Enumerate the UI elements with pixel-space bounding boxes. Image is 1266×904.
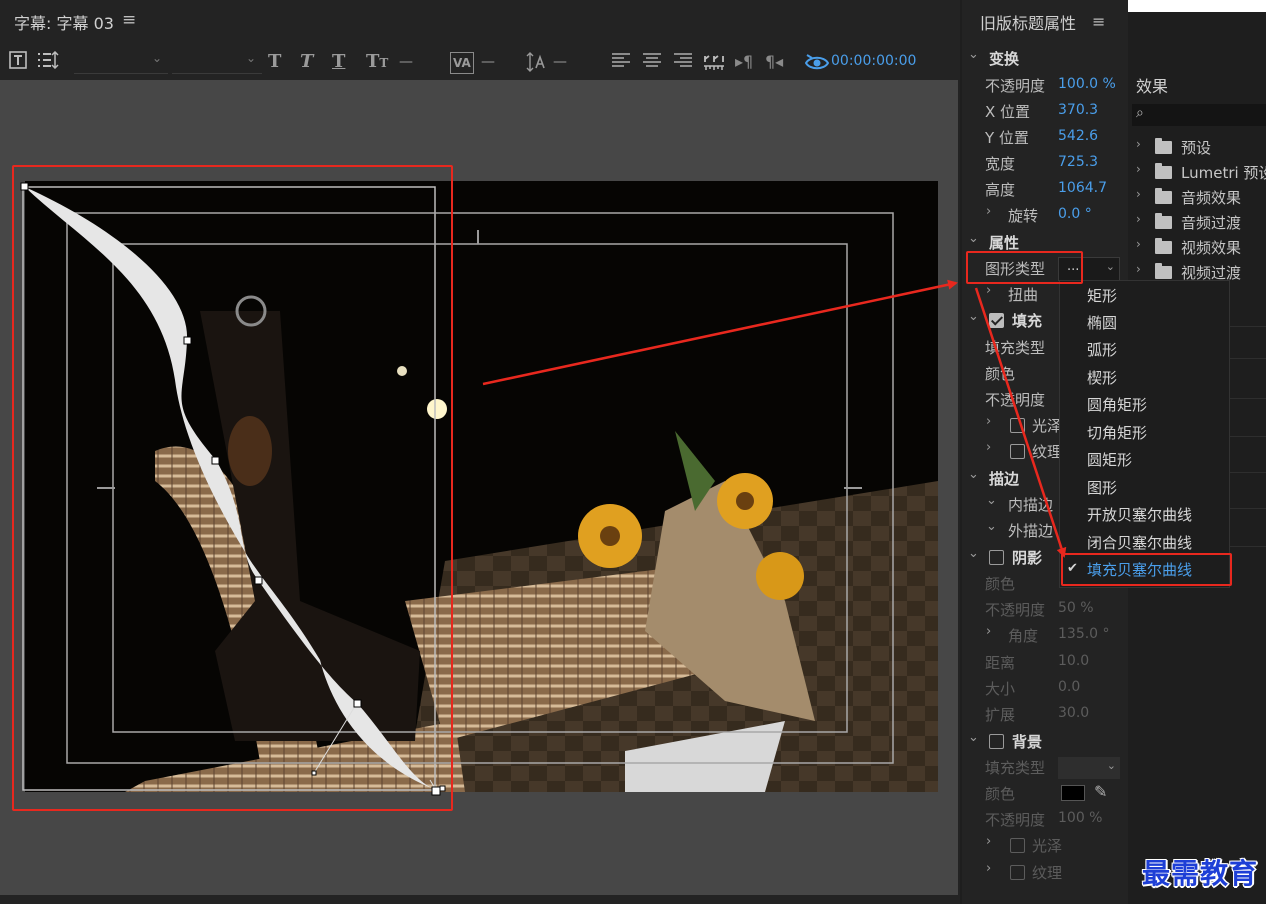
- opacity-row: 不透明度 100.0 %: [985, 76, 1116, 95]
- shape-option-ellipse[interactable]: 椭圆: [1060, 309, 1231, 336]
- chevron-right-icon: ›: [1136, 187, 1141, 201]
- chevron-right-icon: ›: [1136, 162, 1141, 176]
- effects-item-lumetri-presets[interactable]: › Lumetri 预设: [1128, 160, 1266, 185]
- background-sheen-row[interactable]: › 光泽: [962, 832, 1128, 858]
- chevron-right-icon: ›: [986, 834, 992, 849]
- background-opacity-row: 不透明度 100 %: [985, 810, 1103, 829]
- annotation-box-shape-type: [966, 251, 1083, 284]
- shadow-opacity-row: 不透明度 50 %: [985, 600, 1094, 619]
- shadow-size-row: 大小 0.0: [985, 679, 1081, 698]
- chevron-right-icon: ›: [1136, 137, 1141, 151]
- sheen-checkbox[interactable]: [1010, 418, 1025, 433]
- effects-panel-title[interactable]: 效果: [1136, 73, 1168, 97]
- background-color-row: 颜色 ✎: [985, 782, 1108, 803]
- star-folder-icon: [1155, 138, 1172, 154]
- x-position-value[interactable]: 370.3: [1058, 102, 1098, 118]
- star-folder-icon: [1155, 163, 1172, 179]
- chevron-down-icon: ⌄: [968, 309, 979, 324]
- chevron-down-icon: ⌄: [968, 467, 979, 482]
- chevron-right-icon: ›: [1136, 262, 1141, 276]
- watermark-logo: 最需教育: [1142, 857, 1259, 890]
- transform-section-header[interactable]: ⌄ 变换: [962, 45, 1128, 71]
- shape-option-arc[interactable]: 弧形: [1060, 336, 1231, 363]
- shape-option-closed-bezier[interactable]: 闭合贝塞尔曲线: [1060, 529, 1231, 556]
- shape-option-graphic[interactable]: 图形: [1060, 474, 1231, 501]
- chevron-down-icon: ⌄: [968, 47, 979, 62]
- background-color-swatch[interactable]: [1061, 785, 1085, 801]
- chevron-down-icon: ⌄: [1106, 759, 1116, 772]
- shadow-distance-row: 距离 10.0: [985, 653, 1090, 672]
- background-fill-type-dropdown[interactable]: ⌄: [1058, 757, 1120, 779]
- chevron-right-icon: ›: [1136, 237, 1141, 251]
- chevron-down-icon: ⌄: [1105, 260, 1115, 273]
- shape-type-menu: 矩形 椭圆 弧形 楔形 圆角矩形 切角矩形 圆矩形 图形 开放贝塞尔曲线 闭合贝…: [1059, 280, 1230, 588]
- fill-checkbox[interactable]: [989, 313, 1004, 328]
- shape-option-rounded-rect[interactable]: 圆矩形: [1060, 446, 1231, 473]
- chevron-right-icon[interactable]: ›: [986, 204, 991, 219]
- chevron-down-icon: ⌄: [968, 231, 979, 246]
- folder-icon: [1155, 238, 1172, 254]
- background-section-header[interactable]: ⌄ 背景: [962, 728, 1128, 754]
- effects-search-input[interactable]: ⌕: [1132, 104, 1266, 126]
- annotation-box-filled-bezier: [1061, 553, 1232, 586]
- effects-item-video-effects[interactable]: › 视频效果: [1128, 235, 1266, 260]
- shadow-checkbox[interactable]: [989, 550, 1004, 565]
- chevron-right-icon: ›: [986, 440, 992, 455]
- effects-panel-top-strip: [1128, 0, 1266, 12]
- chevron-down-icon: ⌄: [986, 493, 997, 508]
- hamburger-icon[interactable]: ≡: [1092, 12, 1105, 31]
- height-row: 高度 1064.7: [985, 180, 1107, 199]
- folder-icon: [1155, 263, 1172, 279]
- rotation-value[interactable]: 0.0 °: [1058, 206, 1092, 222]
- folder-icon: [1155, 213, 1172, 229]
- shadow-angle-row: › 角度 135.0 °: [986, 624, 1110, 645]
- y-position-row: Y 位置 542.6: [985, 128, 1099, 147]
- chevron-right-icon: ›: [1136, 212, 1141, 226]
- chevron-right-icon: ›: [986, 283, 992, 298]
- background-texture-row[interactable]: › 纹理: [962, 859, 1128, 885]
- properties-panel-title: 旧版标题属性: [980, 14, 1077, 33]
- effects-item-audio-transitions[interactable]: › 音频过渡: [1128, 210, 1266, 235]
- shape-option-open-bezier[interactable]: 开放贝塞尔曲线: [1060, 501, 1231, 528]
- chevron-down-icon: ⌄: [968, 546, 979, 561]
- shape-option-rounded-rectangle[interactable]: 圆角矩形: [1060, 391, 1231, 418]
- background-checkbox[interactable]: [989, 734, 1004, 749]
- x-position-row: X 位置 370.3: [985, 102, 1099, 121]
- chevron-down-icon: ⌄: [986, 519, 997, 534]
- shape-option-clipped-rectangle[interactable]: 切角矩形: [1060, 419, 1231, 446]
- folder-icon: [1155, 188, 1172, 204]
- search-icon: ⌕: [1136, 105, 1144, 121]
- shape-option-wedge[interactable]: 楔形: [1060, 364, 1231, 391]
- annotation-box-shape: [12, 165, 453, 811]
- background-sheen-checkbox[interactable]: [1010, 838, 1025, 853]
- y-position-value[interactable]: 542.6: [1058, 128, 1098, 144]
- background-texture-checkbox[interactable]: [1010, 865, 1025, 880]
- chevron-right-icon: ›: [986, 414, 992, 429]
- width-value[interactable]: 725.3: [1058, 154, 1098, 170]
- chevron-down-icon: ⌄: [968, 730, 979, 745]
- chevron-right-icon: ›: [986, 861, 992, 876]
- height-value[interactable]: 1064.7: [1058, 180, 1107, 196]
- eyedropper-icon[interactable]: ✎: [1094, 782, 1107, 801]
- shape-option-rectangle[interactable]: 矩形: [1060, 282, 1231, 309]
- texture-checkbox[interactable]: [1010, 444, 1025, 459]
- effects-item-audio-effects[interactable]: › 音频效果: [1128, 185, 1266, 210]
- chevron-right-icon: ›: [986, 624, 992, 639]
- background-fill-type-row: 填充类型 ⌄: [962, 754, 1128, 780]
- opacity-value[interactable]: 100.0 %: [1058, 76, 1116, 92]
- shadow-spread-row: 扩展 30.0: [985, 705, 1090, 724]
- width-row: 宽度 725.3: [985, 154, 1099, 173]
- rotation-row: › 旋转 0.0 °: [986, 204, 1092, 225]
- effects-item-presets[interactable]: › 预设: [1128, 135, 1266, 160]
